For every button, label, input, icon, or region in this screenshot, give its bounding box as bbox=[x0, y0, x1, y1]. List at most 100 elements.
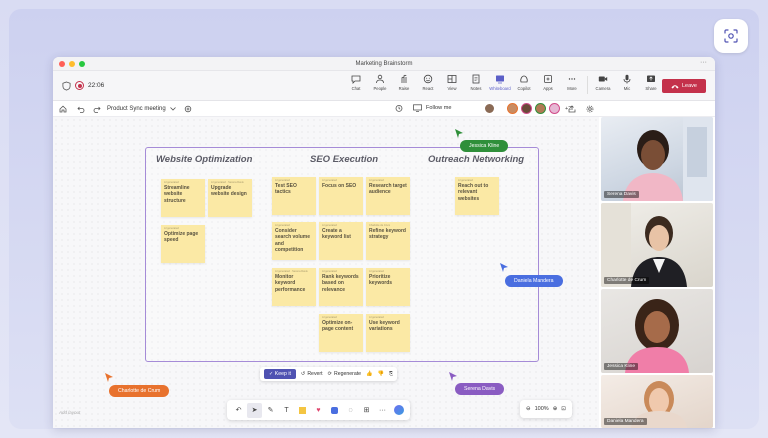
sticky-note[interactable]: Charlotte de Crum Refine keyword strategy bbox=[366, 222, 410, 260]
sticky-note-tool-icon[interactable] bbox=[295, 403, 310, 418]
video-tile[interactable]: Serena Davis bbox=[601, 117, 713, 201]
view-icon bbox=[447, 75, 457, 83]
toolbar-label: Share bbox=[645, 86, 657, 91]
sticky-note[interactable]: AI generated Prioritize keywords bbox=[366, 268, 410, 306]
screen-capture-button[interactable] bbox=[714, 19, 748, 53]
sticky-note[interactable]: AI generated Use keyword variations bbox=[366, 314, 410, 352]
toolbar-copilot-button[interactable]: Copilot bbox=[512, 74, 536, 94]
sticky-note-author: AI generated bbox=[322, 270, 337, 273]
participant-name: Jessica Kline bbox=[604, 363, 638, 370]
export-icon[interactable] bbox=[568, 105, 576, 113]
avatar[interactable] bbox=[535, 103, 546, 114]
sticky-note-author: AI generated bbox=[275, 179, 290, 182]
timer-icon[interactable] bbox=[395, 104, 403, 112]
toolbar-more-button[interactable]: More bbox=[560, 74, 584, 94]
sticky-note[interactable]: AI generated Create a keyword list bbox=[319, 222, 363, 260]
undo-icon[interactable] bbox=[77, 105, 85, 113]
select-tool-icon[interactable]: ➤ bbox=[247, 402, 262, 418]
fit-to-screen-icon[interactable]: ⊡ bbox=[561, 406, 566, 412]
keep-it-button[interactable]: ✓ Keep it bbox=[264, 369, 296, 379]
sticky-note-text: Rank keywords based on relevance bbox=[322, 274, 359, 293]
sticky-note[interactable]: AI generated Test SEO tactics bbox=[272, 177, 316, 215]
participant-video-pane: Serena Davis Charlotte de Crum Jessica K… bbox=[599, 117, 715, 428]
avatar[interactable] bbox=[521, 103, 532, 114]
teams-meeting-window: Marketing Brainstorm ··· 22:06 Chat Peopl… bbox=[53, 57, 715, 428]
participant-video bbox=[625, 299, 689, 373]
participant-video bbox=[623, 117, 713, 201]
toolbar-share-button[interactable]: Share bbox=[639, 74, 663, 94]
window-title: Marketing Brainstorm bbox=[355, 60, 413, 67]
shapes-tool-icon[interactable] bbox=[327, 403, 342, 418]
copy-icon[interactable]: ⎘ bbox=[389, 371, 393, 378]
follow-me-button[interactable]: Follow me bbox=[395, 104, 452, 112]
toolbar-people-button[interactable]: People bbox=[368, 74, 392, 94]
toolbar-react-button[interactable]: React bbox=[416, 74, 440, 94]
toolbar-view-button[interactable]: View bbox=[440, 74, 464, 94]
video-tile[interactable]: Jessica Kline bbox=[601, 289, 713, 373]
sticky-note-author: AI generated · Serena Davis bbox=[275, 270, 308, 273]
copilot-tool-icon[interactable] bbox=[391, 403, 406, 418]
people-icon bbox=[376, 74, 384, 84]
participant-avatars[interactable]: +2 bbox=[484, 103, 571, 114]
chevron-down-icon bbox=[169, 106, 176, 111]
whiteboard-subbar: Product Sync meeting Follow me +2 bbox=[53, 101, 715, 117]
brainstorm-board[interactable]: Website Optimization SEO Execution Outre… bbox=[145, 147, 539, 362]
toolbar-camera-button[interactable]: Camera bbox=[591, 74, 615, 94]
column-heading: SEO Execution bbox=[310, 154, 379, 165]
table-tool-icon[interactable]: ⊞ bbox=[359, 403, 374, 418]
toolbar-label: Raise bbox=[398, 86, 410, 91]
video-tile[interactable]: Charlotte de Crum bbox=[601, 203, 713, 287]
settings-icon[interactable] bbox=[586, 105, 594, 113]
avatar[interactable] bbox=[507, 103, 518, 114]
sticky-note[interactable]: AI generated · Serena Davis Monitor keywo… bbox=[272, 268, 316, 306]
toolbar-whiteboard-button[interactable]: Whiteboard bbox=[488, 74, 512, 94]
toolbar-raise-button[interactable]: Raise bbox=[392, 74, 416, 94]
sticky-note[interactable]: AI generated Consider search volume and c… bbox=[272, 222, 316, 260]
whiteboard-canvas[interactable]: Website Optimization SEO Execution Outre… bbox=[53, 117, 599, 428]
meeting-name-dropdown[interactable]: Product Sync meeting bbox=[107, 106, 176, 112]
avatar[interactable] bbox=[549, 103, 560, 114]
sticky-note[interactable]: AI generated Optimize on-page content bbox=[319, 314, 363, 352]
zoom-out-icon[interactable]: ⊖ bbox=[526, 406, 531, 412]
sticky-note-author: AI generated bbox=[322, 316, 337, 319]
sticky-note[interactable]: AI generated Streamline website structure bbox=[161, 179, 205, 217]
regenerate-button[interactable]: ⟳ Regenerate bbox=[328, 371, 361, 377]
cursor-arrow-icon bbox=[455, 129, 463, 138]
toolbar-notes-button[interactable]: Notes bbox=[464, 74, 488, 94]
more-tools-icon[interactable]: ··· bbox=[375, 403, 390, 418]
sticky-note-author: AI generated bbox=[369, 316, 384, 319]
zoom-in-icon[interactable]: ⊕ bbox=[553, 406, 558, 412]
sticky-note-author: AI generated bbox=[369, 270, 384, 273]
sticky-note-text: Consider search volume and competition bbox=[275, 228, 311, 253]
sticky-note[interactable]: AI generated Research target audience bbox=[366, 177, 410, 215]
leave-button[interactable]: Leave bbox=[662, 79, 706, 93]
react-icon bbox=[423, 74, 433, 84]
undo-tool-icon[interactable]: ↶ bbox=[231, 403, 246, 418]
sticky-note[interactable]: AI generated Optimize page speed bbox=[161, 225, 205, 263]
sticky-note[interactable]: AI generated Focus on SEO bbox=[319, 177, 363, 215]
sticky-note-author: AI generated bbox=[322, 179, 337, 182]
avatar[interactable] bbox=[484, 103, 495, 114]
cursor-arrow-icon bbox=[500, 263, 508, 272]
reaction-tool-icon[interactable]: ♥ bbox=[311, 403, 326, 418]
cursor-label-serena: Serena Davis bbox=[455, 383, 505, 395]
regenerate-icon: ⟳ bbox=[327, 371, 332, 377]
sticky-note[interactable]: AI generated Reach out to relevant websit… bbox=[455, 177, 499, 215]
text-tool-icon[interactable]: T bbox=[279, 403, 294, 418]
share-link-icon[interactable] bbox=[184, 105, 192, 113]
toolbar-apps-button[interactable]: Apps bbox=[536, 74, 560, 94]
more-icon[interactable]: ··· bbox=[700, 59, 707, 66]
thumbs-down-icon[interactable]: 👎 bbox=[378, 371, 384, 377]
sticky-note[interactable]: AI generated Rank keywords based on relev… bbox=[319, 268, 363, 306]
toolbar-chat-button[interactable]: Chat bbox=[344, 74, 368, 94]
toolbar-mic-button[interactable]: Mic bbox=[615, 74, 639, 94]
redo-icon[interactable] bbox=[93, 105, 101, 113]
revert-button[interactable]: ↺ Revert bbox=[301, 371, 323, 377]
thumbs-up-icon[interactable]: 👍 bbox=[366, 371, 372, 377]
scan-icon bbox=[724, 29, 738, 43]
sticky-note[interactable]: AI generated · Serena Davis Upgrade websi… bbox=[208, 179, 252, 217]
video-tile[interactable]: Daniela Mandera bbox=[601, 375, 713, 428]
pen-tool-icon[interactable]: ✎ bbox=[263, 403, 278, 418]
lasso-tool-icon[interactable]: ◌ bbox=[343, 403, 358, 418]
home-icon[interactable] bbox=[59, 105, 67, 113]
